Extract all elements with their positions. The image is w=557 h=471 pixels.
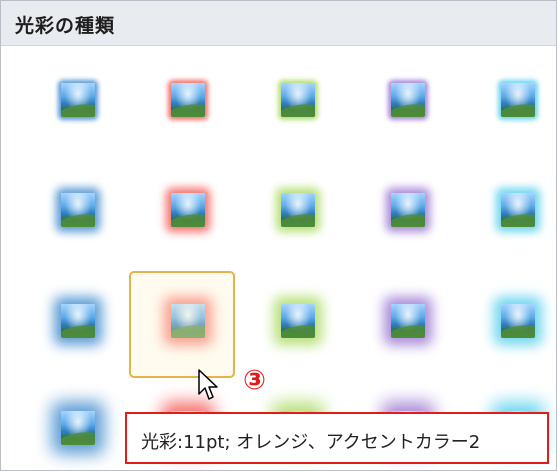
- landscape-thumbnail-icon: [61, 193, 95, 227]
- glow-blue-xlarge-option[interactable]: [41, 391, 115, 465]
- glow-red-medium-option[interactable]: [151, 173, 225, 247]
- landscape-thumbnail-icon: [171, 83, 205, 117]
- glow-cyan-large-option[interactable]: [481, 284, 555, 358]
- landscape-thumbnail-icon: [501, 83, 535, 117]
- mouse-pointer-icon: [198, 369, 218, 400]
- landscape-thumbnail-icon: [391, 304, 425, 338]
- step-marker: ③: [243, 365, 266, 396]
- landscape-thumbnail-icon: [391, 83, 425, 117]
- glow-gallery-panel: 光彩の種類 ③ 光彩:11pt; オレンジ、アクセントカラー2: [0, 0, 557, 471]
- glow-green-medium-option[interactable]: [261, 173, 335, 247]
- landscape-thumbnail-icon: [61, 304, 95, 338]
- glow-green-large-option[interactable]: [261, 284, 335, 358]
- glow-green-small-option[interactable]: [261, 63, 335, 137]
- glow-purple-large-option[interactable]: [371, 284, 445, 358]
- glow-blue-medium-option[interactable]: [41, 173, 115, 247]
- landscape-thumbnail-icon: [281, 193, 315, 227]
- glow-cyan-small-option[interactable]: [481, 63, 555, 137]
- glow-red-small-option[interactable]: [151, 63, 225, 137]
- landscape-thumbnail-icon: [61, 83, 95, 117]
- landscape-thumbnail-icon: [501, 193, 535, 227]
- selected-glow-highlight: [129, 271, 235, 378]
- landscape-thumbnail-icon: [281, 304, 315, 338]
- glow-tooltip: 光彩:11pt; オレンジ、アクセントカラー2: [125, 412, 549, 464]
- tooltip-text: 光彩:11pt; オレンジ、アクセントカラー2: [141, 432, 481, 453]
- glow-cyan-medium-option[interactable]: [481, 173, 555, 247]
- landscape-thumbnail-icon: [61, 411, 95, 445]
- landscape-thumbnail-icon: [391, 193, 425, 227]
- glow-purple-medium-option[interactable]: [371, 173, 445, 247]
- glow-purple-small-option[interactable]: [371, 63, 445, 137]
- landscape-thumbnail-icon: [171, 193, 205, 227]
- landscape-thumbnail-icon: [281, 83, 315, 117]
- landscape-thumbnail-icon: [501, 304, 535, 338]
- gallery-title: 光彩の種類: [15, 15, 116, 37]
- glow-blue-large-option[interactable]: [41, 284, 115, 358]
- gallery-header: 光彩の種類: [1, 1, 556, 46]
- glow-blue-small-option[interactable]: [41, 63, 115, 137]
